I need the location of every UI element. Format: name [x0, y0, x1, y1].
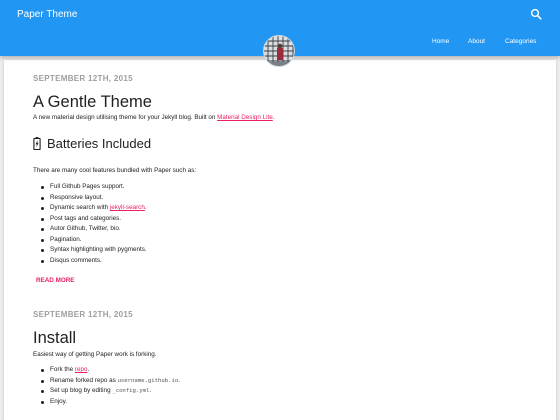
site-title-link[interactable]: Paper Theme: [17, 9, 77, 20]
list-item-text: Rename forked repo as: [50, 376, 118, 384]
list-item: Syntax highlighting with pygments.: [41, 245, 147, 256]
list-item-end: .: [144, 204, 147, 211]
post-title-link[interactable]: A Gentle Theme: [33, 93, 152, 112]
battery-charging-icon: [33, 137, 41, 150]
post-date: SEPTEMBER 12TH, 2015: [33, 74, 133, 83]
nav-about[interactable]: About: [468, 38, 485, 45]
list-item: Post tags and categories.: [41, 214, 147, 225]
section-heading: Batteries Included: [33, 136, 151, 151]
nav-categories[interactable]: Categories: [505, 38, 536, 45]
list-item-text: Fork the: [50, 366, 75, 373]
excerpt-text: A new material design utilising theme fo…: [33, 114, 218, 121]
list-item-end: .: [87, 366, 90, 373]
list-item-text: Dynamic search with: [50, 204, 110, 211]
list-item: Enjoy.: [41, 397, 180, 408]
excerpt-end: .: [272, 114, 275, 121]
posts-card: SEPTEMBER 12TH, 2015 A Gentle Theme A ne…: [4, 60, 556, 420]
material-design-lite-link[interactable]: Material Design Lite: [217, 114, 273, 121]
list-item: Rename forked repo as username.github.io…: [41, 376, 180, 387]
repo-link[interactable]: repo: [75, 366, 88, 373]
list-item: Dynamic search with jekyll-search.: [41, 203, 147, 214]
list-item-end: .: [149, 387, 152, 394]
jekyll-search-link[interactable]: jekyll-search: [110, 204, 145, 211]
list-item: Pagination.: [41, 235, 147, 246]
list-item: Autor Github, Twitter, bio.: [41, 224, 147, 235]
post-date: SEPTEMBER 12TH, 2015: [33, 310, 133, 319]
list-item: Fork the repo.: [41, 365, 180, 376]
section-heading-text: Batteries Included: [47, 136, 152, 151]
list-item: Full Github Pages support.: [41, 182, 147, 193]
inline-code: _config.yml: [112, 388, 150, 394]
list-item-end: .: [178, 376, 180, 384]
install-steps-list: Fork the repo. Rename forked repo as use…: [41, 365, 180, 408]
inline-code: username.github.io: [117, 377, 179, 384]
feature-list: Full Github Pages support. Responsive la…: [41, 182, 147, 267]
list-item-text: Set up blog by editing: [50, 387, 113, 394]
avatar[interactable]: [263, 35, 295, 67]
post-title-link[interactable]: Install: [33, 329, 76, 348]
list-item: Responsive layout.: [41, 193, 147, 204]
list-item: Disqus comments.: [41, 256, 147, 267]
search-button[interactable]: [530, 7, 542, 20]
read-more-button[interactable]: READ MORE: [36, 277, 74, 284]
search-icon: [530, 8, 542, 20]
post-excerpt: Easiest way of getting Paper work is for…: [33, 351, 157, 358]
intro-text: There are many cool features bundled wit…: [33, 167, 197, 174]
nav-home[interactable]: Home: [432, 38, 449, 45]
list-item: Set up blog by editing _config.yml.: [41, 386, 180, 397]
post-excerpt: A new material design utilising theme fo…: [33, 114, 275, 121]
